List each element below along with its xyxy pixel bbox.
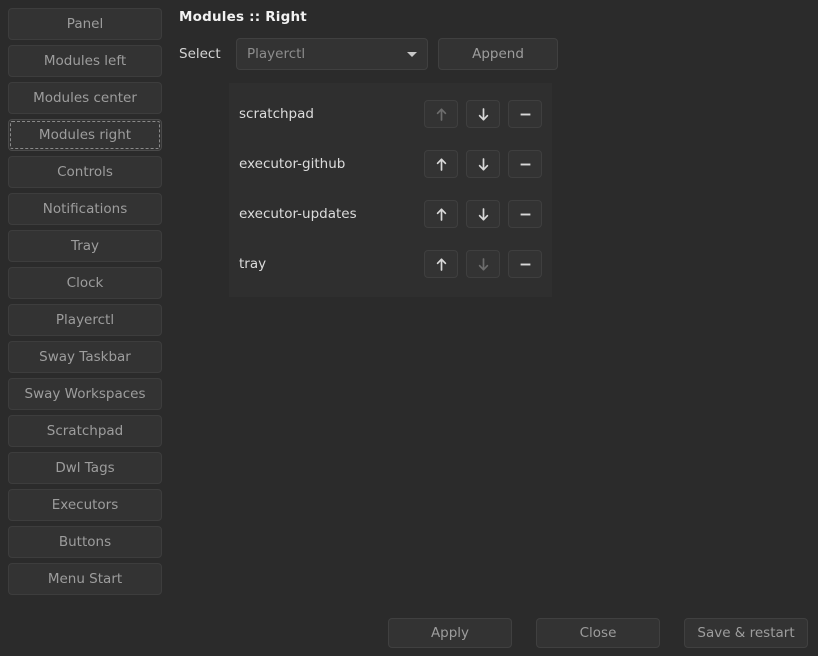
sidebar-item-label: Scratchpad (46, 423, 124, 439)
sidebar-item-label: Menu Start (47, 571, 123, 587)
arrow-up-icon (434, 257, 449, 272)
module-name: executor-updates (239, 206, 357, 222)
sidebar-item-modules-left[interactable]: Modules left (8, 45, 162, 77)
sidebar-item-label: Buttons (58, 534, 112, 550)
sidebar-item-label: Controls (57, 164, 113, 180)
minus-icon (518, 157, 533, 172)
sidebar-item-playerctl[interactable]: Playerctl (8, 304, 162, 336)
sidebar-item-controls[interactable]: Controls (8, 156, 162, 188)
arrow-up-icon (434, 107, 449, 122)
module-row-actions (424, 200, 542, 228)
module-row-actions (424, 150, 542, 178)
sidebar-item-label: Sway Workspaces (24, 386, 146, 402)
move-up-button[interactable] (424, 250, 458, 278)
remove-button[interactable] (508, 200, 542, 228)
arrow-down-icon (476, 257, 491, 272)
sidebar: Panel Modules left Modules center Modules r… (0, 0, 170, 656)
select-label: Select (179, 46, 221, 62)
sidebar-item-label: Playerctl (55, 312, 115, 328)
remove-button[interactable] (508, 100, 542, 128)
arrow-down-icon (476, 157, 491, 172)
module-row-actions (424, 250, 542, 278)
page-title: Modules :: Right (179, 9, 307, 25)
module-select-value: Playerctl (247, 46, 306, 62)
sidebar-item-label: Dwl Tags (55, 460, 115, 476)
sidebar-item-label: Modules left (43, 53, 127, 69)
sidebar-item-label: Notifications (42, 201, 128, 217)
module-list-row: executor-github (229, 139, 552, 189)
append-button[interactable]: Append (438, 38, 558, 70)
chevron-down-icon (407, 51, 417, 57)
move-up-button (424, 100, 458, 128)
sidebar-item-tray[interactable]: Tray (8, 230, 162, 262)
sidebar-item-label: Modules center (33, 90, 137, 106)
module-name: tray (239, 256, 267, 272)
main-content: Modules :: Right Select Playerctl Append… (170, 0, 818, 656)
sidebar-item-sway-taskbar[interactable]: Sway Taskbar (8, 341, 162, 373)
close-button[interactable]: Close (536, 618, 660, 648)
module-name: executor-github (239, 156, 346, 172)
sidebar-item-menu-start[interactable]: Menu Start (8, 563, 162, 595)
remove-button[interactable] (508, 250, 542, 278)
apply-button[interactable]: Apply (388, 618, 512, 648)
save-restart-button[interactable]: Save & restart (684, 618, 808, 648)
move-down-button[interactable] (466, 150, 500, 178)
move-down-button[interactable] (466, 200, 500, 228)
minus-icon (518, 257, 533, 272)
sidebar-item-modules-right[interactable]: Modules right (8, 119, 162, 151)
sidebar-item-notifications[interactable]: Notifications (8, 193, 162, 225)
sidebar-item-modules-center[interactable]: Modules center (8, 82, 162, 114)
sidebar-item-scratchpad[interactable]: Scratchpad (8, 415, 162, 447)
sidebar-item-buttons[interactable]: Buttons (8, 526, 162, 558)
move-up-button[interactable] (424, 200, 458, 228)
sidebar-item-sway-workspaces[interactable]: Sway Workspaces (8, 378, 162, 410)
bottom-bar: Apply Close Save & restart (170, 618, 818, 648)
move-up-button[interactable] (424, 150, 458, 178)
remove-button[interactable] (508, 150, 542, 178)
sidebar-item-executors[interactable]: Executors (8, 489, 162, 521)
select-row: Select Playerctl Append (179, 38, 558, 70)
module-list-row: scratchpad (229, 89, 552, 139)
move-down-button (466, 250, 500, 278)
minus-icon (518, 207, 533, 222)
minus-icon (518, 107, 533, 122)
arrow-down-icon (476, 107, 491, 122)
sidebar-item-label: Clock (66, 275, 104, 291)
sidebar-item-label: Modules right (38, 127, 132, 143)
module-select-dropdown[interactable]: Playerctl (236, 38, 428, 70)
sidebar-item-clock[interactable]: Clock (8, 267, 162, 299)
sidebar-item-panel[interactable]: Panel (8, 8, 162, 40)
sidebar-item-dwl-tags[interactable]: Dwl Tags (8, 452, 162, 484)
module-list-row: tray (229, 239, 552, 289)
sidebar-item-label: Panel (66, 16, 104, 32)
module-name: scratchpad (239, 106, 314, 122)
sidebar-item-label: Tray (70, 238, 100, 254)
module-row-actions (424, 100, 542, 128)
sidebar-item-label: Executors (51, 497, 119, 513)
module-list-row: executor-updates (229, 189, 552, 239)
arrow-up-icon (434, 207, 449, 222)
module-list: scratchpad executor-github executor-update… (229, 83, 552, 297)
sidebar-item-label: Sway Taskbar (39, 349, 131, 365)
arrow-down-icon (476, 207, 491, 222)
arrow-up-icon (434, 157, 449, 172)
move-down-button[interactable] (466, 100, 500, 128)
